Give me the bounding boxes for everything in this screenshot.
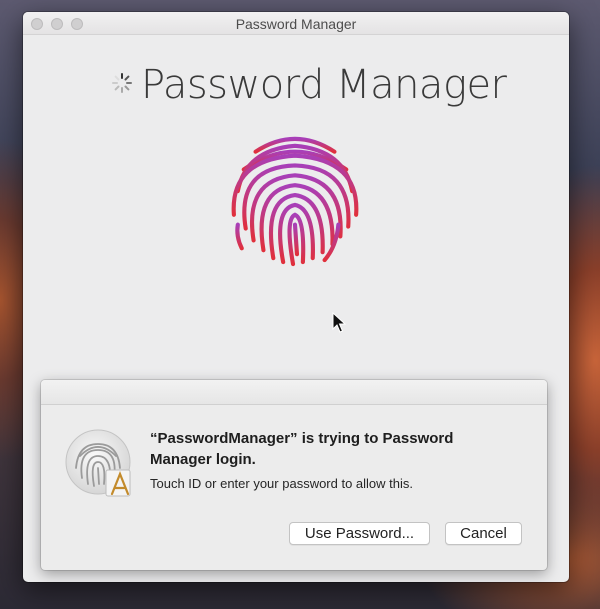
touch-id-fingerprint-icon xyxy=(231,136,359,267)
window-title: Password Manager xyxy=(235,16,357,32)
cancel-button[interactable]: Cancel xyxy=(445,522,522,545)
mouse-cursor-icon xyxy=(332,312,346,333)
dialog-header-strip xyxy=(41,380,547,405)
app-name-heading: Password Manager xyxy=(141,62,507,108)
dialog-title: “PasswordManager” is trying to Password … xyxy=(150,430,454,468)
touch-id-dialog: “PasswordManager” is trying to Password … xyxy=(41,380,547,570)
touch-id-app-icon xyxy=(65,429,131,497)
dialog-message: Touch ID or enter your password to allow… xyxy=(150,476,414,491)
use-password-button[interactable]: Use Password... xyxy=(289,522,430,545)
loading-spinner-icon xyxy=(112,73,132,93)
title-bar[interactable]: Password Manager xyxy=(23,12,569,35)
password-manager-window: Password Manager Password Manager “Passw… xyxy=(23,12,569,582)
